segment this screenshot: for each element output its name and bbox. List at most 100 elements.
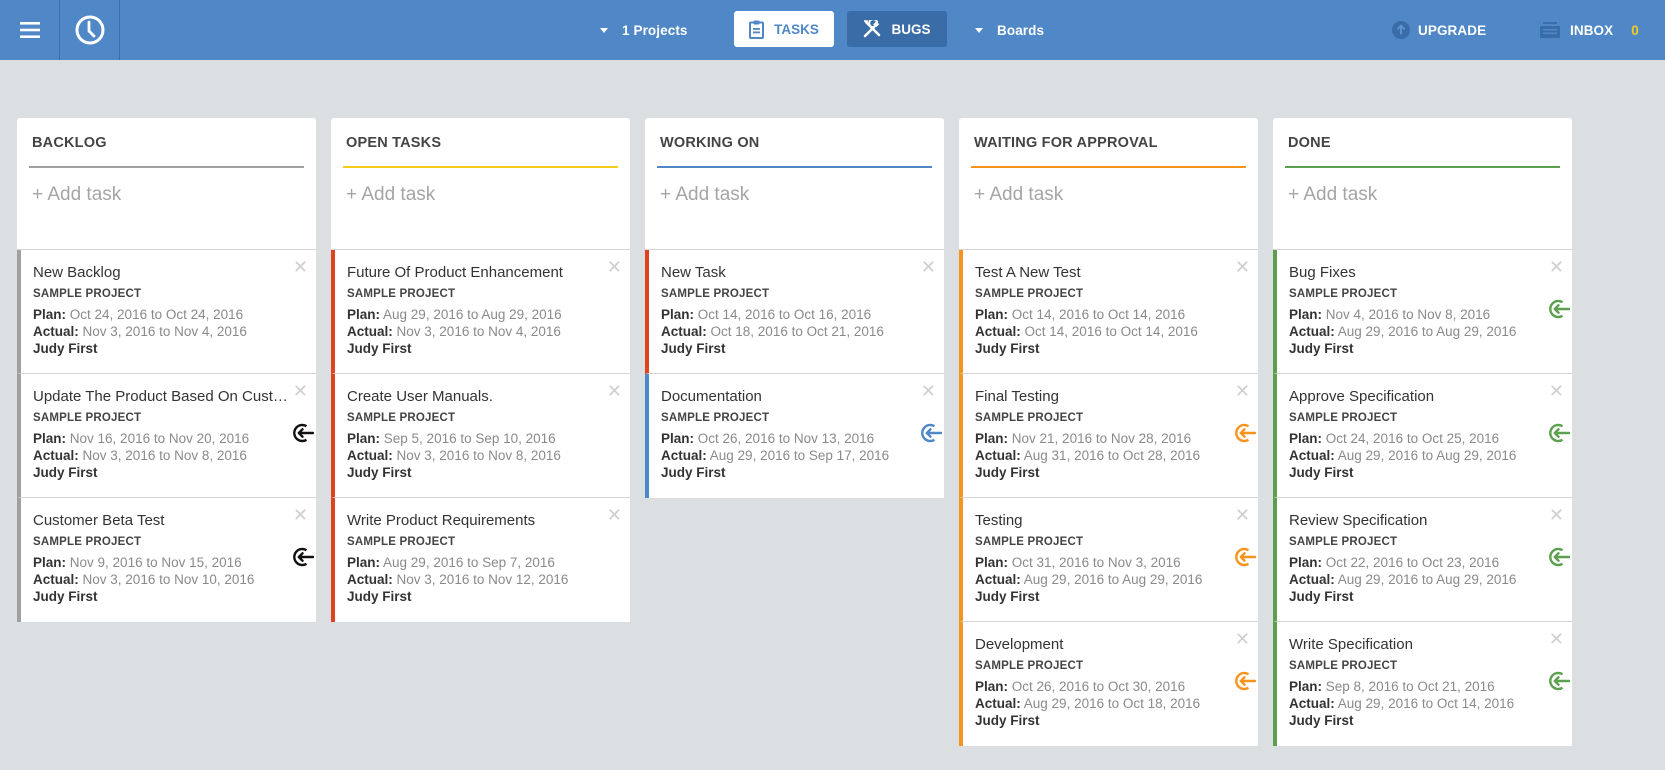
task-plan-dates: Plan: Oct 31, 2016 to Nov 3, 2016 (975, 554, 1258, 571)
clock-icon (75, 15, 104, 45)
add-task-button[interactable]: + Add task (1288, 184, 1377, 206)
actual-value: Aug 29, 2016 to Aug 29, 2016 (1337, 324, 1517, 339)
task-title[interactable]: Write Product Requirements (347, 512, 605, 529)
task-card[interactable]: New Task SAMPLE PROJECT Plan: Oct 14, 20… (645, 250, 944, 374)
projects-dropdown[interactable]: 1 Projects (600, 0, 688, 60)
close-icon[interactable]: ✕ (1549, 630, 1564, 648)
task-plan-dates: Plan: Nov 16, 2016 to Nov 20, 2016 (33, 430, 316, 447)
add-task-button[interactable]: + Add task (346, 184, 435, 206)
task-title[interactable]: New Task (661, 264, 919, 281)
task-title[interactable]: Documentation (661, 388, 919, 405)
move-back-icon[interactable] (1234, 546, 1257, 568)
menu-button[interactable] (0, 0, 60, 60)
task-owner: Judy First (347, 465, 412, 480)
add-task-button[interactable]: + Add task (32, 184, 121, 206)
actual-value: Aug 29, 2016 to Sep 17, 2016 (709, 448, 890, 463)
plan-label: Plan: (33, 555, 67, 570)
task-title[interactable]: Write Specification (1289, 636, 1547, 653)
task-card[interactable]: Write Specification SAMPLE PROJECT Plan:… (1273, 622, 1572, 746)
move-back-icon[interactable] (1548, 298, 1571, 320)
task-card[interactable]: Test A New Test SAMPLE PROJECT Plan: Oct… (959, 250, 1258, 374)
task-title[interactable]: Future Of Product Enhancement (347, 264, 605, 281)
plan-label: Plan: (661, 431, 695, 446)
task-title[interactable]: Create User Manuals. (347, 388, 605, 405)
task-plan-dates: Plan: Oct 24, 2016 to Oct 25, 2016 (1289, 430, 1572, 447)
move-back-icon[interactable] (1548, 422, 1571, 444)
task-card[interactable]: Approve Specification SAMPLE PROJECT Pla… (1273, 374, 1572, 498)
task-card[interactable]: Future Of Product Enhancement SAMPLE PRO… (331, 250, 630, 374)
task-card[interactable]: Testing SAMPLE PROJECT Plan: Oct 31, 201… (959, 498, 1258, 622)
close-icon[interactable]: ✕ (1235, 630, 1250, 648)
task-card[interactable]: New Backlog SAMPLE PROJECT Plan: Oct 24,… (17, 250, 316, 374)
inbox-button[interactable]: INBOX 0 (1540, 0, 1639, 60)
close-icon[interactable]: ✕ (921, 258, 936, 276)
close-icon[interactable]: ✕ (1549, 258, 1564, 276)
move-back-icon[interactable] (1548, 670, 1571, 692)
task-title[interactable]: Final Testing (975, 388, 1233, 405)
actual-value: Oct 18, 2016 to Oct 21, 2016 (710, 324, 884, 339)
task-title[interactable]: Review Specification (1289, 512, 1547, 529)
close-icon[interactable]: ✕ (607, 506, 622, 524)
close-icon[interactable]: ✕ (1549, 382, 1564, 400)
task-title[interactable]: Update The Product Based On Custo... (33, 388, 291, 405)
timer-button[interactable] (60, 0, 120, 60)
board-column-open-tasks: OPEN TASKS + Add task Future Of Product … (331, 118, 630, 622)
projects-label: 1 Projects (622, 22, 688, 38)
close-icon[interactable]: ✕ (1235, 258, 1250, 276)
task-title[interactable]: Approve Specification (1289, 388, 1547, 405)
task-title[interactable]: Development (975, 636, 1233, 653)
close-icon[interactable]: ✕ (921, 382, 936, 400)
close-icon[interactable]: ✕ (293, 258, 308, 276)
upgrade-button[interactable]: UPGRADE (1392, 0, 1486, 60)
close-icon[interactable]: ✕ (293, 506, 308, 524)
close-icon[interactable]: ✕ (1235, 382, 1250, 400)
plan-value: Oct 14, 2016 to Oct 14, 2016 (1011, 307, 1186, 322)
task-title[interactable]: Customer Beta Test (33, 512, 291, 529)
task-title[interactable]: Test A New Test (975, 264, 1233, 281)
task-card[interactable]: Write Product Requirements SAMPLE PROJEC… (331, 498, 630, 622)
move-back-icon[interactable] (1234, 670, 1257, 692)
add-task-button[interactable]: + Add task (660, 184, 749, 206)
task-title[interactable]: New Backlog (33, 264, 291, 281)
task-title[interactable]: Bug Fixes (1289, 264, 1547, 281)
close-icon[interactable]: ✕ (1235, 506, 1250, 524)
move-back-icon[interactable] (292, 546, 315, 568)
plan-label: Plan: (1289, 307, 1323, 322)
close-icon[interactable]: ✕ (607, 258, 622, 276)
tab-bugs[interactable]: BUGS (847, 11, 947, 47)
plan-value: Oct 31, 2016 to Nov 3, 2016 (1011, 555, 1181, 570)
task-card[interactable]: Review Specification SAMPLE PROJECT Plan… (1273, 498, 1572, 622)
move-back-icon[interactable] (920, 422, 943, 444)
task-card[interactable]: Update The Product Based On Custo... SAM… (17, 374, 316, 498)
task-title[interactable]: Testing (975, 512, 1233, 529)
task-owner: Judy First (33, 589, 98, 604)
task-card[interactable]: Customer Beta Test SAMPLE PROJECT Plan: … (17, 498, 316, 622)
move-back-icon[interactable] (1234, 422, 1257, 444)
plan-label: Plan: (1289, 431, 1323, 446)
boards-dropdown[interactable]: Boards (975, 0, 1044, 60)
task-card[interactable]: Final Testing SAMPLE PROJECT Plan: Nov 2… (959, 374, 1258, 498)
close-icon[interactable]: ✕ (607, 382, 622, 400)
actual-value: Aug 29, 2016 to Oct 14, 2016 (1337, 696, 1515, 711)
task-card[interactable]: Development SAMPLE PROJECT Plan: Oct 26,… (959, 622, 1258, 746)
plan-label: Plan: (1289, 555, 1323, 570)
column-color-divider (29, 166, 304, 168)
plan-value: Oct 24, 2016 to Oct 24, 2016 (69, 307, 244, 322)
task-card[interactable]: Create User Manuals. SAMPLE PROJECT Plan… (331, 374, 630, 498)
plan-value: Sep 5, 2016 to Sep 10, 2016 (383, 431, 556, 446)
move-back-icon[interactable] (292, 422, 315, 444)
task-card[interactable]: Bug Fixes SAMPLE PROJECT Plan: Nov 4, 20… (1273, 250, 1572, 374)
close-icon[interactable]: ✕ (1549, 506, 1564, 524)
plan-value: Oct 14, 2016 to Oct 16, 2016 (697, 307, 872, 322)
column-title: DONE (1288, 135, 1331, 151)
task-plan-dates: Plan: Oct 14, 2016 to Oct 16, 2016 (661, 306, 944, 323)
add-task-button[interactable]: + Add task (974, 184, 1063, 206)
task-actual-dates: Actual: Aug 29, 2016 to Aug 29, 2016 (975, 571, 1258, 588)
task-card[interactable]: Documentation SAMPLE PROJECT Plan: Oct 2… (645, 374, 944, 498)
board-column-done: DONE + Add task Bug Fixes SAMPLE PROJECT… (1273, 118, 1572, 746)
tab-tasks[interactable]: TASKS (734, 11, 834, 47)
actual-value: Nov 3, 2016 to Nov 12, 2016 (396, 572, 569, 587)
move-back-icon[interactable] (1548, 546, 1571, 568)
close-icon[interactable]: ✕ (293, 382, 308, 400)
inbox-label: INBOX (1570, 22, 1614, 38)
